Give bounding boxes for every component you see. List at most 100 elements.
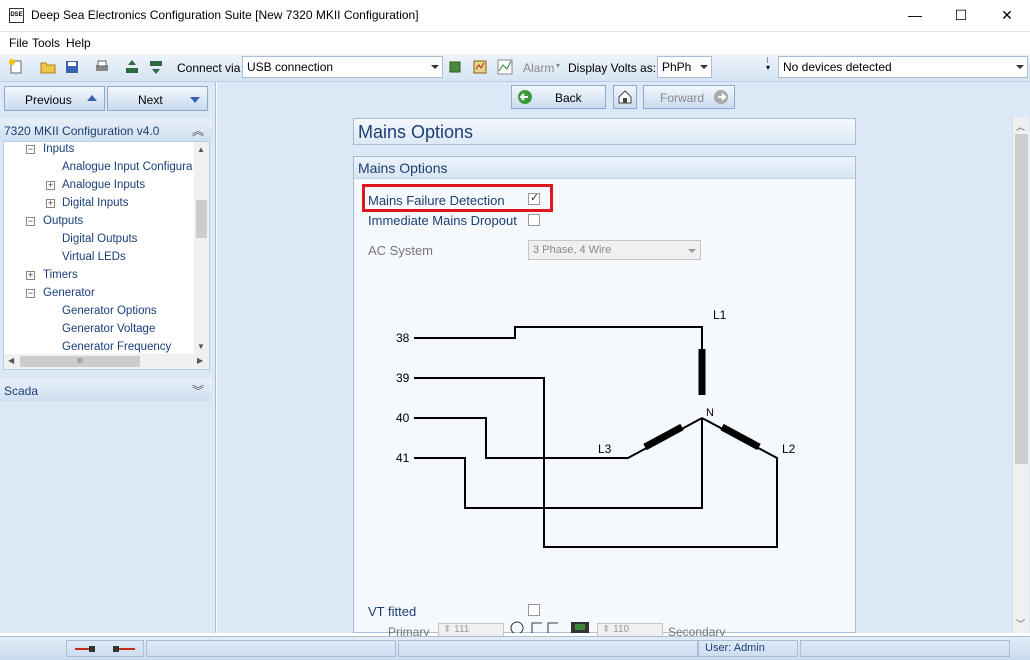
menu-tools[interactable]: Tools [32,36,60,50]
secondary-value: 110 [613,624,630,635]
home-button[interactable] [613,85,637,109]
tree-horizontal-scrollbar[interactable]: ◀ III ▶ [4,354,209,369]
phase-label: L2 [782,442,796,456]
vt-fitted-label: VT fitted [368,604,417,619]
previous-button[interactable]: Previous [4,86,105,111]
previous-label: Previous [25,93,72,107]
tree-item[interactable]: Outputs [43,215,83,227]
tree-vertical-scrollbar[interactable]: ▲ ▼ [194,142,209,354]
chart-icon[interactable] [497,59,513,75]
neutral-label: N [706,407,714,419]
forward-button[interactable]: Forward [643,85,735,109]
tree-hscroll-thumb[interactable]: III [20,356,140,367]
alarm-button[interactable]: Alarm [523,61,554,75]
tree-item[interactable]: Generator Frequency [62,341,171,353]
config-panel-header[interactable]: 7320 MKII Configuration v4.0 ︽ [0,119,212,141]
back-button[interactable]: Back [511,85,606,109]
page-title: Mains Options [353,118,856,145]
module-icon [571,622,589,633]
wire-41 [414,418,703,509]
tree-item[interactable]: Digital Inputs [62,197,128,209]
download-from-device-icon[interactable] [148,59,164,75]
terminal-label: 40 [396,411,410,425]
tree-scroll-thumb[interactable] [196,200,207,238]
terminal-label: 39 [396,371,410,385]
coil-l3 [643,423,684,451]
terminal-label: 41 [396,451,410,465]
tree-item[interactable]: Timers [43,269,78,281]
next-button[interactable]: Next [107,86,208,111]
alarm-dropdown-icon[interactable]: ▾ [556,61,560,70]
scroll-down-icon[interactable]: ▼ [197,342,205,351]
tree-item[interactable]: Analogue Input Configura [62,161,192,173]
expand-node-icon[interactable]: + [46,199,55,208]
tree-item[interactable]: Virtual LEDs [62,251,126,263]
next-label: Next [138,93,163,107]
expand-node-icon[interactable]: + [46,181,55,190]
tree-item[interactable]: Analogue Inputs [62,179,145,191]
tree-item[interactable]: Inputs [43,143,74,155]
toolbar-overflow-icon[interactable]: ⁝ ▾ [766,57,770,72]
config-tree: − Inputs Analogue Input Configura + Analogue… [3,141,210,370]
print-icon[interactable] [94,59,110,75]
phase-label: L1 [713,308,727,322]
devices-select-value: No devices detected [783,60,892,74]
scroll-right-icon[interactable]: ▶ [197,356,203,365]
menu-help[interactable]: Help [66,36,91,50]
devices-select[interactable]: No devices detected [778,56,1028,78]
close-button[interactable]: ✕ [984,0,1030,32]
collapse-icon[interactable]: ︽ [192,122,204,139]
collapse-node-icon[interactable]: − [26,217,35,226]
primary-value: 111 [454,624,470,635]
scroll-up-icon[interactable]: ︿ [1016,120,1025,133]
mains-failure-detection-checkbox[interactable] [528,191,540,205]
collapse-node-icon[interactable]: − [26,289,35,298]
main-scroll-thumb[interactable] [1015,134,1028,464]
chevron-down-icon [688,249,696,253]
connection-select[interactable]: USB connection [242,56,443,78]
scada-icon[interactable] [472,59,488,75]
chevron-down-icon [1016,65,1024,69]
vt-fitted-checkbox[interactable] [528,604,540,616]
save-icon[interactable] [64,59,80,75]
phase-label: L3 [598,442,612,456]
display-volts-label: Display Volts as: [568,61,657,75]
chevron-down-icon [700,65,708,69]
menu-file[interactable]: File [9,36,28,50]
upload-to-device-icon[interactable] [124,59,140,75]
tree-item[interactable]: Generator [43,287,95,299]
tree-item[interactable]: Generator Options [62,305,157,317]
wire-39 [414,377,778,548]
forward-label: Forward [660,91,705,105]
secondary-input[interactable]: ⬍ 110 [597,623,663,637]
open-folder-icon[interactable] [40,59,56,75]
display-volts-value: PhPh [662,60,692,74]
toolbar: Connect via USB connection Alarm ▾ Displ… [0,54,1030,82]
terminal-label: 38 [396,331,410,345]
immediate-mains-dropout-checkbox[interactable] [528,214,540,226]
collapse-node-icon[interactable]: − [26,145,35,154]
new-file-icon[interactable] [8,59,24,75]
transformer-icon [510,621,558,633]
user-status: User: Admin [698,640,798,657]
main-vertical-scrollbar[interactable]: ︿ ﹀ [1012,117,1029,633]
scroll-up-icon[interactable]: ▲ [197,145,205,154]
chevron-down-icon [431,65,439,69]
scroll-left-icon[interactable]: ◀ [8,356,14,365]
maximize-button[interactable]: ☐ [938,0,984,32]
status-bar: User: Admin [0,636,1030,660]
tree-item[interactable]: Digital Outputs [62,233,137,245]
scada-panel-header[interactable]: Scada ︾ [0,379,212,401]
expand-node-icon[interactable]: + [26,271,35,280]
display-volts-select[interactable]: PhPh [657,56,712,78]
expand-icon[interactable]: ︾ [192,382,204,399]
primary-input[interactable]: ⬍ 111 [438,623,504,637]
ac-system-select[interactable]: 3 Phase, 4 Wire [528,240,701,260]
minimize-button[interactable]: — [892,0,938,32]
title-bar: DSE Deep Sea Electronics Configuration S… [0,0,1030,32]
window-title: Deep Sea Electronics Configuration Suite… [31,8,419,22]
tree-item[interactable]: Generator Voltage [62,323,155,335]
config-panel-title: 7320 MKII Configuration v4.0 [4,124,160,138]
scroll-down-icon[interactable]: ﹀ [1016,617,1025,630]
device-icon[interactable] [447,59,463,75]
